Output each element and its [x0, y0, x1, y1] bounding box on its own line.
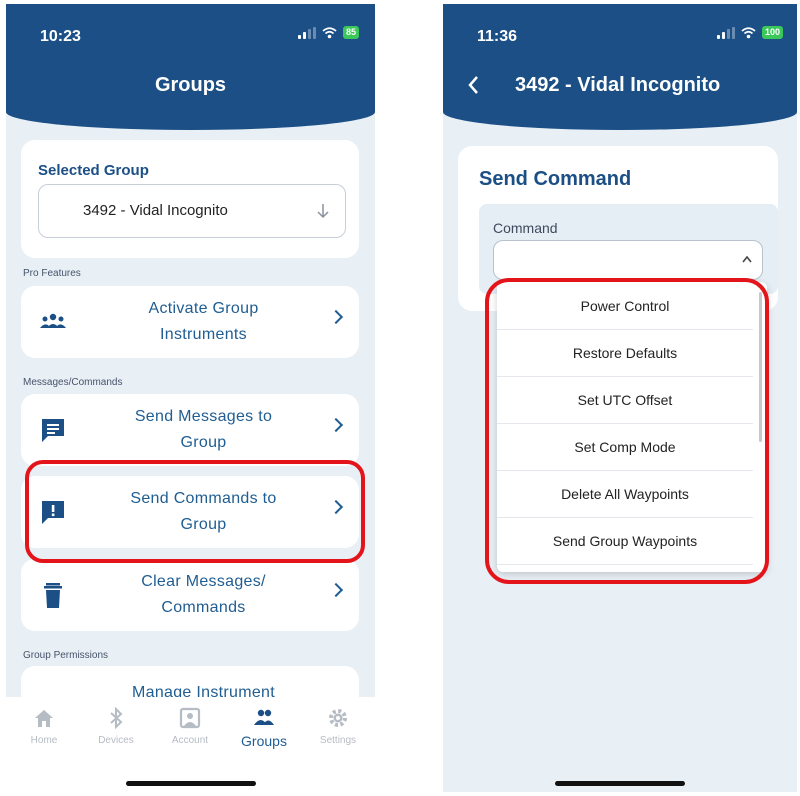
send-messages-button[interactable]: Send Messages to Group	[21, 394, 359, 466]
signal-icon	[716, 26, 735, 39]
chevron-right-icon	[328, 309, 344, 325]
status-icons: 100	[716, 26, 783, 39]
tab-account[interactable]: Account	[158, 707, 222, 746]
home-indicator	[125, 781, 256, 786]
home-icon	[35, 710, 53, 727]
activate-group-instruments-button[interactable]: Activate Group Instruments	[21, 286, 359, 358]
chevron-up-icon	[742, 255, 752, 263]
group-select-value: 3492 - Vidal Incognito	[83, 202, 228, 219]
highlight-send-commands	[25, 460, 365, 563]
section-group-permissions: Group Permissions	[23, 650, 109, 661]
trash-icon	[44, 583, 62, 608]
header: 10:23 85 Groups	[6, 4, 375, 130]
signal-icon	[297, 26, 316, 39]
header: 11:36 100 3492 - Vidal Incognito	[443, 4, 797, 130]
command-label: Command	[493, 220, 558, 236]
clear-messages-label: Clear Messages/Commands	[141, 573, 266, 616]
chevron-right-icon	[328, 582, 344, 598]
groups-icon	[254, 709, 274, 725]
activate-group-label: Activate Group Instruments	[148, 300, 259, 343]
status-time: 10:23	[40, 28, 81, 45]
clear-messages-button[interactable]: Clear Messages/Commands	[21, 559, 359, 631]
selected-group-card: Selected Group 3492 - Vidal Incognito	[21, 140, 359, 258]
group-select[interactable]: 3492 - Vidal Incognito	[38, 184, 346, 238]
status-icons: 85	[297, 26, 359, 39]
tab-groups[interactable]: Groups	[232, 707, 296, 749]
tab-devices[interactable]: Devices	[84, 707, 148, 746]
gear-icon	[329, 709, 347, 727]
section-pro-features: Pro Features	[23, 268, 81, 279]
tab-home[interactable]: Home	[12, 707, 76, 746]
highlight-command-dropdown	[485, 278, 769, 584]
bluetooth-icon	[110, 707, 123, 729]
tab-bar: Home Devices Account Groups Settings	[6, 697, 375, 792]
arrow-down-icon	[317, 204, 329, 219]
page-title: Groups	[154, 74, 227, 96]
back-chevron-icon[interactable]	[467, 75, 479, 95]
tab-settings[interactable]: Settings	[306, 707, 370, 746]
home-indicator	[555, 781, 685, 786]
battery-icon: 85	[342, 26, 359, 39]
send-command-title: Send Command	[479, 168, 632, 190]
wifi-icon	[322, 26, 337, 38]
message-icon	[42, 419, 64, 442]
account-icon	[179, 707, 201, 729]
selected-group-label: Selected Group	[38, 162, 149, 179]
section-messages-commands: Messages/Commands	[23, 377, 123, 388]
people-group-icon	[40, 313, 66, 328]
chevron-right-icon	[328, 417, 344, 433]
groups-screen: 10:23 85 Groups Selected Group 3492 - Vi…	[6, 4, 375, 792]
command-select[interactable]	[493, 240, 763, 280]
status-time: 11:36	[477, 28, 518, 45]
send-messages-label: Send Messages to Group	[134, 408, 273, 451]
page-title: 3492 - Vidal Incognito	[515, 74, 721, 96]
battery-icon: 100	[761, 26, 783, 39]
wifi-icon	[741, 26, 756, 38]
